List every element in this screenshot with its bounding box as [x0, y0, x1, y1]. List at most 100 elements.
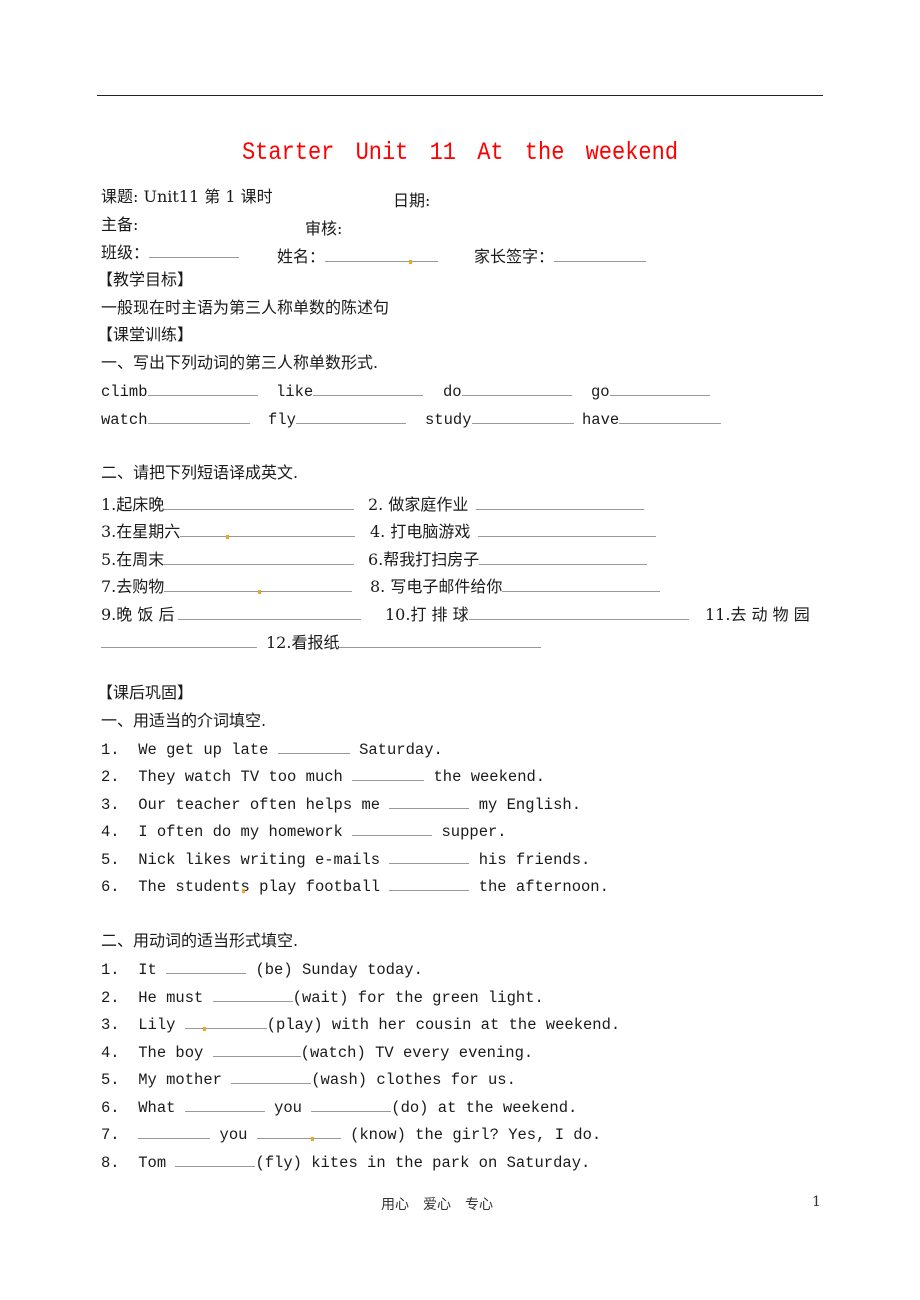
item-number: 6. — [101, 878, 120, 896]
parent-sign-line: 家长签字： — [474, 243, 647, 267]
marker — [258, 590, 262, 594]
item-text: the weekend. — [433, 768, 546, 786]
item-text: It — [138, 961, 157, 979]
answer-blank[interactable] — [184, 1014, 267, 1031]
verb-form-item: 3. Lily (play) with her cousin at the we… — [101, 1014, 620, 1034]
verb-label: climb — [101, 383, 148, 401]
answer-blank[interactable] — [609, 381, 710, 396]
homework-heading: 【课后巩固】 — [97, 683, 194, 702]
answer-blank[interactable] — [180, 522, 356, 539]
answer-blank[interactable] — [479, 550, 648, 565]
answer-blank[interactable] — [184, 1097, 265, 1112]
phrase-label: 3.在星期六 — [101, 522, 181, 541]
item-text: The students play football — [138, 878, 381, 896]
answer-blank[interactable] — [212, 1042, 301, 1057]
answer-blank[interactable] — [164, 577, 353, 594]
phrase-item-label-11: 11.去 动 物 园 — [705, 605, 810, 624]
verb-form-item: 6. What you (do) at the weekend. — [101, 1097, 577, 1117]
item-number: 3. — [101, 1016, 120, 1034]
answer-blank[interactable] — [502, 577, 661, 592]
answer-blank[interactable] — [478, 522, 657, 537]
answer-blank[interactable] — [147, 409, 250, 424]
prep-item: 4. I often do my homework supper. — [101, 821, 507, 841]
item-number: 4. — [101, 1044, 120, 1062]
answer-blank[interactable] — [619, 409, 722, 424]
header-rule — [97, 95, 823, 96]
answer-blank[interactable] — [256, 1124, 341, 1141]
marker — [202, 1027, 206, 1031]
phrase-item: 4. 打电脑游戏 — [370, 518, 657, 542]
answer-blank[interactable] — [352, 766, 425, 781]
answer-blank[interactable] — [389, 876, 470, 891]
phrase-item: 12.看报纸 — [101, 629, 542, 653]
prep-item: 1. We get up late Saturday. — [101, 739, 443, 759]
verb-item: go — [591, 381, 710, 401]
phrase-label: 5.在周末 — [101, 550, 165, 569]
answer-blank[interactable] — [468, 605, 689, 620]
verb-label: study — [425, 411, 472, 429]
answer-blank[interactable] — [311, 1097, 392, 1112]
item-text: you — [219, 1126, 248, 1144]
class-field[interactable] — [149, 243, 240, 258]
item-number: 2. — [101, 768, 120, 786]
answer-blank[interactable] — [147, 381, 258, 396]
preparer-label: 主备: — [101, 215, 139, 234]
verb-label: go — [591, 383, 610, 401]
answer-blank[interactable] — [471, 409, 574, 424]
verb-label: like — [276, 383, 314, 401]
lesson-line: 课题: Unit11 第 1 课时 — [101, 187, 273, 207]
item-number: 7. — [101, 1126, 120, 1144]
item-text: Lily — [138, 1016, 176, 1034]
item-text: What — [138, 1099, 176, 1117]
homework-part2-instruction: 二、用动词的适当形式填空. — [101, 931, 299, 950]
answer-blank[interactable] — [476, 495, 645, 510]
verb-label: watch — [101, 411, 148, 429]
verb-item: fly — [268, 409, 406, 429]
answer-blank[interactable] — [166, 959, 247, 974]
answer-blank[interactable] — [138, 1124, 211, 1139]
item-text: you — [274, 1099, 302, 1117]
item-number: 5. — [101, 851, 120, 869]
item-text: Nick likes writing e-mails — [138, 851, 381, 869]
lesson-label: 课题: Unit11 第 1 课时 — [101, 187, 273, 206]
verb-form-item: 8. Tom (fly) kites in the park on Saturd… — [101, 1152, 590, 1172]
phrase-item: 5.在周末 — [101, 546, 355, 570]
answer-blank[interactable] — [164, 495, 355, 510]
item-text: his friends. — [478, 851, 591, 869]
marker — [409, 260, 413, 264]
answer-blank[interactable] — [175, 1152, 256, 1167]
verb-item: do — [443, 381, 572, 401]
answer-blank[interactable] — [295, 409, 406, 424]
phrase-label: 7.去购物 — [101, 577, 165, 596]
answer-blank[interactable] — [277, 739, 350, 754]
name-field[interactable] — [325, 247, 439, 264]
name-line: 姓名： — [277, 243, 439, 267]
classwork-heading: 【课堂训练】 — [97, 325, 194, 344]
answer-blank[interactable] — [231, 1069, 312, 1084]
phrase-item: 3.在星期六 — [101, 518, 356, 542]
class-line: 班级： — [101, 243, 240, 263]
item-text: supper. — [441, 823, 507, 841]
answer-blank[interactable] — [178, 605, 362, 620]
phrase-item: 7.去购物 — [101, 573, 353, 597]
item-number: 1. — [101, 741, 120, 759]
reviewer-label: 审核: — [305, 219, 343, 238]
item-number: 3. — [101, 796, 120, 814]
answer-blank[interactable] — [101, 633, 257, 648]
item-text: (know) the girl? Yes, I do. — [350, 1126, 602, 1144]
phrase-label: 4. 打电脑游戏 — [370, 522, 471, 541]
prep-item: 3. Our teacher often helps me my English… — [101, 794, 581, 814]
answer-blank[interactable] — [352, 821, 433, 836]
answer-blank[interactable] — [164, 550, 355, 565]
phrase-label: 2. 做家庭作业 — [368, 495, 469, 514]
answer-blank[interactable] — [339, 633, 542, 648]
answer-blank[interactable] — [389, 849, 470, 864]
answer-blank[interactable] — [212, 987, 293, 1002]
item-number: 6. — [101, 1099, 120, 1117]
answer-blank[interactable] — [313, 381, 424, 396]
answer-blank[interactable] — [389, 794, 470, 809]
parent-sign-field[interactable] — [554, 247, 647, 262]
answer-blank[interactable] — [461, 381, 572, 396]
prep-item: 6. The students play football the aftern… — [101, 876, 609, 896]
phrase-item: 1.起床晚 — [101, 491, 355, 515]
